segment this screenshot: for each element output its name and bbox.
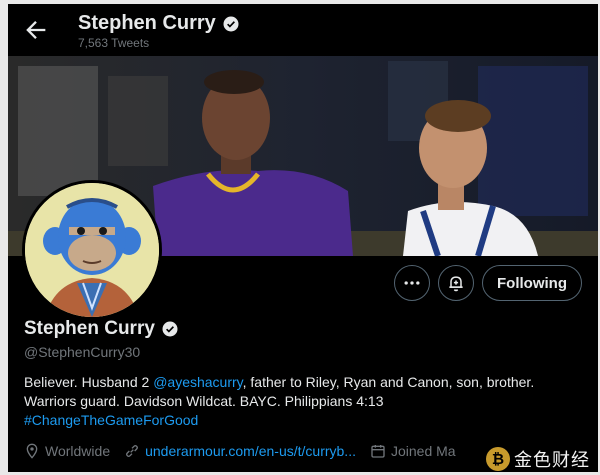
arrow-left-icon [26, 21, 46, 39]
more-button[interactable] [394, 265, 430, 301]
notifications-button[interactable] [438, 265, 474, 301]
watermark-text: 金色财经 [514, 450, 590, 471]
more-dots-icon [404, 281, 420, 285]
header-title: Stephen Curry [78, 12, 240, 35]
following-button[interactable]: Following [482, 265, 582, 301]
avatar[interactable] [22, 180, 162, 320]
website-link[interactable]: underarmour.com/en-us/t/curryb... [145, 443, 356, 459]
tweet-count: 7,563 Tweets [78, 36, 150, 50]
joined-text: Joined Ma [390, 443, 456, 459]
mention-link[interactable]: @ayeshacurry [153, 374, 242, 390]
back-button[interactable] [22, 16, 50, 44]
profile-name: Stephen Curry [24, 318, 155, 339]
profile-bio: Believer. Husband 2 @ayeshacurry, father… [24, 373, 584, 430]
calendar-icon [371, 445, 385, 458]
website-item[interactable]: underarmour.com/en-us/t/curryb... [124, 443, 356, 459]
watermark: ₿ 金色财经 [484, 444, 594, 472]
profile-name-row: Stephen Curry [24, 318, 179, 340]
bell-plus-icon [449, 276, 463, 292]
location-item: Worldwide [24, 443, 110, 459]
profile-header: Stephen Curry 7,563 Tweets [8, 4, 598, 56]
location-text: Worldwide [45, 443, 111, 459]
watermark-logo-icon: ₿ [486, 447, 510, 471]
location-pin-icon [26, 443, 38, 459]
profile-handle: @StephenCurry30 [24, 344, 141, 360]
header-name: Stephen Curry [78, 12, 216, 34]
verified-badge-icon [162, 321, 178, 337]
joined-item: Joined Ma [370, 443, 456, 459]
profile-page: Stephen Curry 7,563 Tweets Following Ste… [8, 4, 598, 472]
hashtag-link[interactable]: #ChangeTheGameForGood [24, 412, 198, 428]
link-icon [126, 445, 139, 457]
verified-badge-icon [223, 16, 239, 31]
bio-text-1: Believer. Husband 2 [24, 374, 154, 390]
